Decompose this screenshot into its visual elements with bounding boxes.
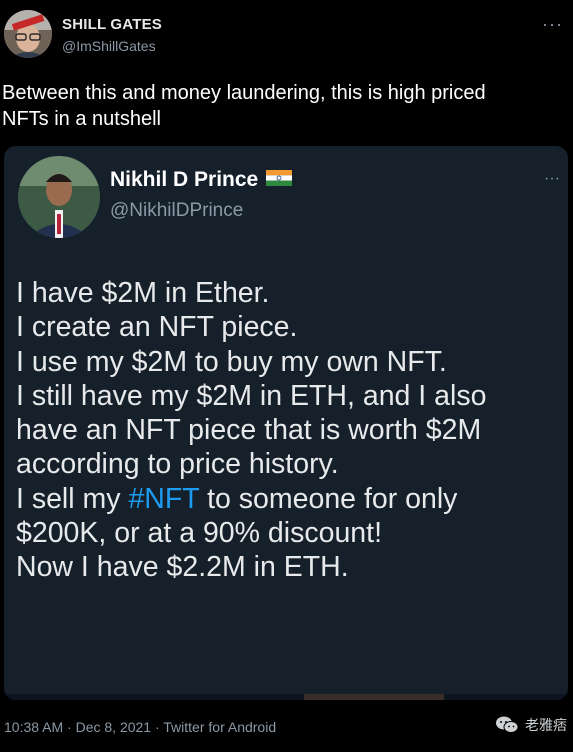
quoted-tweet-text: I have $2M in Ether. I create an NFT pie… — [16, 276, 564, 585]
tweet-text-line: Between this and money laundering, this … — [2, 82, 486, 104]
quoted-line: I still have my $2M in ETH, and I also — [16, 379, 487, 412]
india-flag-icon — [266, 170, 293, 187]
watermark-text: 老雅痞 — [525, 717, 567, 733]
quoted-tweet-image[interactable]: Nikhil D Prince @NikhilDPrince ··· I hav… — [4, 146, 568, 700]
quoted-more-icon: ··· — [544, 170, 560, 187]
more-options-icon[interactable]: ··· — [542, 14, 563, 35]
quoted-line: $200K, or at a 90% discount! — [16, 517, 382, 550]
quoted-author-name-text: Nikhil D Prince — [110, 168, 259, 191]
cropped-media-strip — [4, 694, 568, 700]
author-handle[interactable]: @ImShillGates — [62, 38, 156, 54]
wechat-icon — [496, 716, 519, 733]
author-avatar[interactable] — [4, 10, 52, 58]
quoted-line: I have $2M in Ether. — [16, 277, 270, 309]
tweet-timestamp[interactable]: 10:38 AM · Dec 8, 2021 · Twitter for And… — [4, 719, 276, 735]
quoted-author-avatar — [18, 156, 100, 238]
avatar-image — [4, 10, 52, 58]
quoted-line: have an NFT piece that is worth $2M — [16, 414, 482, 447]
quoted-line: I sell my #NFT to someone for only — [16, 482, 564, 516]
quoted-line: according to price history. — [16, 448, 339, 481]
tweet-text: Between this and money laundering, this … — [2, 80, 567, 132]
quoted-author-name: Nikhil D Prince — [110, 168, 293, 192]
quoted-line: Now I have $2.2M in ETH. — [16, 551, 349, 584]
quoted-avatar-image — [18, 156, 100, 238]
watermark: 老雅痞 — [495, 715, 567, 735]
cropped-media-preview — [304, 694, 444, 700]
quoted-author-handle: @NikhilDPrince — [110, 200, 244, 221]
quoted-line-text: to someone for only — [199, 482, 458, 515]
tweet-text-line: NFTs in a nutshell — [2, 108, 161, 130]
quoted-line: I create an NFT piece. — [16, 311, 298, 344]
author-display-name[interactable]: SHILL GATES — [62, 16, 162, 33]
quoted-line-text: I sell my — [16, 482, 129, 515]
quoted-line: I use my $2M to buy my own NFT. — [16, 345, 447, 378]
nft-hashtag-link[interactable]: #NFT — [128, 483, 199, 515]
